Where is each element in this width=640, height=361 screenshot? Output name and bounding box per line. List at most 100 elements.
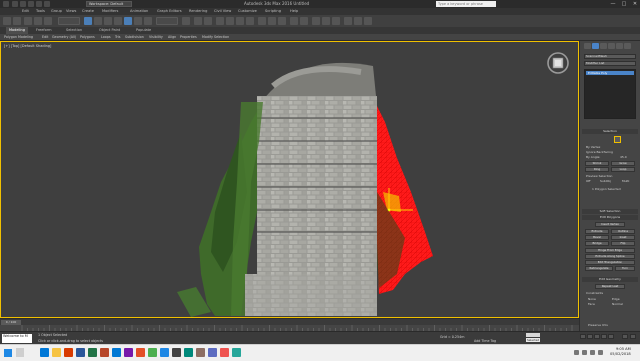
- undo-icon[interactable]: [36, 1, 42, 7]
- create-tab-icon[interactable]: [584, 43, 591, 49]
- excel-icon[interactable]: [88, 348, 97, 357]
- go-to-start-icon[interactable]: [580, 334, 586, 339]
- constraint-face-radio[interactable]: Face: [588, 302, 595, 306]
- ribbon-tris[interactable]: Tris: [115, 35, 121, 39]
- app-icon-dark[interactable]: [172, 348, 181, 357]
- onenote-icon[interactable]: [124, 348, 133, 357]
- orbit-icon[interactable]: [630, 334, 636, 339]
- open-file-icon[interactable]: [20, 1, 26, 7]
- link-icon[interactable]: [24, 17, 32, 25]
- search-icon[interactable]: [16, 348, 24, 357]
- app-icon-blue[interactable]: [160, 348, 169, 357]
- layer-explorer-icon[interactable]: [300, 17, 308, 25]
- preserve-uvs-checkbox[interactable]: Preserve UVs: [588, 323, 608, 327]
- preview-multi-radio[interactable]: Multi: [622, 179, 629, 183]
- polygon-subobject-icon[interactable]: [614, 136, 621, 143]
- preview-off-radio[interactable]: Off: [586, 179, 590, 183]
- maxscript-listener[interactable]: Welcome to M: [2, 334, 32, 343]
- redo-icon[interactable]: [13, 17, 21, 25]
- constraint-none-radio[interactable]: None: [588, 297, 596, 301]
- utilities-tab-icon[interactable]: [624, 43, 631, 49]
- insert-vertex-button[interactable]: Insert Vertex: [595, 222, 625, 227]
- chrome-icon[interactable]: [148, 348, 157, 357]
- ring-button[interactable]: Ring: [585, 167, 609, 172]
- workspace-dropdown[interactable]: Workspace: Default: [86, 1, 132, 7]
- selection-rollout[interactable]: Selection: [582, 129, 638, 134]
- inset-button[interactable]: Inset: [611, 235, 635, 240]
- edge-browser-icon[interactable]: [40, 348, 49, 357]
- object-name-field[interactable]: ScannedMesh: [584, 54, 636, 59]
- menu-tools[interactable]: Tools: [36, 9, 45, 13]
- ribbon-loops[interactable]: Loops: [101, 35, 111, 39]
- ribbon-geometry-all[interactable]: Geometry (All): [52, 35, 76, 39]
- viewcube-icon[interactable]: [546, 51, 570, 75]
- extrude-along-spline-button[interactable]: Extrude Along Spline: [585, 254, 635, 259]
- redo-icon[interactable]: [44, 1, 50, 7]
- perspective-viewport[interactable]: [+] [Top] [Default Shading]: [0, 41, 579, 318]
- network-icon[interactable]: [574, 350, 579, 355]
- undo-icon[interactable]: [3, 17, 11, 25]
- scene-explorer-icon[interactable]: [290, 17, 298, 25]
- app-icon-indigo[interactable]: [208, 348, 217, 357]
- flip-button[interactable]: Flip: [611, 241, 635, 246]
- ribbon-polygons[interactable]: Polygons: [80, 35, 95, 39]
- app-icon-red[interactable]: [220, 348, 229, 357]
- preview-subobj-radio[interactable]: SubObj: [600, 179, 611, 183]
- schematic-view-icon[interactable]: [322, 17, 330, 25]
- modifier-list-dropdown[interactable]: Modifier List: [584, 61, 636, 66]
- render-production-icon[interactable]: [364, 17, 372, 25]
- motion-tab-icon[interactable]: [608, 43, 615, 49]
- app-icon-brown[interactable]: [196, 348, 205, 357]
- select-move-icon[interactable]: [124, 17, 132, 25]
- outline-button[interactable]: Outline: [611, 229, 635, 234]
- menu-civil-view[interactable]: Civil View: [214, 9, 231, 13]
- rectangle-selection-icon[interactable]: [104, 17, 112, 25]
- go-to-end-icon[interactable]: [608, 334, 614, 339]
- angle-snap-icon[interactable]: [226, 17, 234, 25]
- spinner-snap-icon[interactable]: [246, 17, 254, 25]
- menu-modifiers[interactable]: Modifiers: [102, 9, 118, 13]
- key-mode-dropdown[interactable]: Selected: [526, 338, 540, 342]
- tab-object-paint[interactable]: Object Paint: [96, 27, 123, 34]
- app-icon-teal[interactable]: [232, 348, 241, 357]
- grow-button[interactable]: Grow: [611, 161, 635, 166]
- auto-key-button[interactable]: [526, 333, 540, 337]
- tab-freeform[interactable]: Freeform: [33, 27, 55, 34]
- ribbon-subdivision[interactable]: Subdivision: [125, 35, 144, 39]
- modify-tab-icon[interactable]: [592, 43, 599, 49]
- outlook-icon[interactable]: [112, 348, 121, 357]
- hinge-from-edge-button[interactable]: Hinge From Edge: [585, 248, 635, 253]
- pivot-center-icon[interactable]: [182, 17, 190, 25]
- taskbar-clock[interactable]: 9:05 AM 05/02/2018: [610, 347, 631, 357]
- file-explorer-icon[interactable]: [52, 348, 61, 357]
- rendered-frame-window-icon[interactable]: [354, 17, 362, 25]
- edit-polygons-rollout[interactable]: Edit Polygons: [582, 215, 638, 220]
- menu-edit[interactable]: Edit: [22, 9, 29, 13]
- bind-space-warp-icon[interactable]: [44, 17, 52, 25]
- constraint-edge-radio[interactable]: Edge: [612, 297, 620, 301]
- select-by-name-icon[interactable]: [94, 17, 102, 25]
- ribbon-modify-selection[interactable]: Modify Selection: [202, 35, 229, 39]
- percent-snap-icon[interactable]: [236, 17, 244, 25]
- align-icon[interactable]: [278, 17, 286, 25]
- edit-triangulation-button[interactable]: Edit Triangulation: [585, 260, 635, 265]
- menu-customize[interactable]: Customize: [238, 9, 257, 13]
- by-angle-checkbox[interactable]: By Angle:: [586, 155, 600, 159]
- app-logo-icon[interactable]: [3, 1, 9, 7]
- keyword-search-input[interactable]: Type a keyword or phrase: [436, 1, 496, 7]
- selection-filter-dropdown[interactable]: [58, 17, 80, 25]
- edit-geometry-rollout[interactable]: Edit Geometry: [582, 277, 638, 282]
- ribbon-properties[interactable]: Properties: [180, 35, 197, 39]
- save-file-icon[interactable]: [28, 1, 34, 7]
- language-icon[interactable]: [598, 350, 603, 355]
- extrude-button[interactable]: Extrude: [585, 229, 609, 234]
- menu-group[interactable]: Group: [51, 9, 62, 13]
- maximize-button[interactable]: □: [619, 0, 629, 8]
- bevel-button[interactable]: Bevel: [585, 235, 609, 240]
- office-icon[interactable]: [64, 348, 73, 357]
- next-frame-icon[interactable]: [601, 334, 607, 339]
- new-file-icon[interactable]: [12, 1, 18, 7]
- angle-value-field[interactable]: 45.0: [620, 155, 627, 159]
- minimize-button[interactable]: —: [608, 0, 618, 8]
- select-object-icon[interactable]: [84, 17, 92, 25]
